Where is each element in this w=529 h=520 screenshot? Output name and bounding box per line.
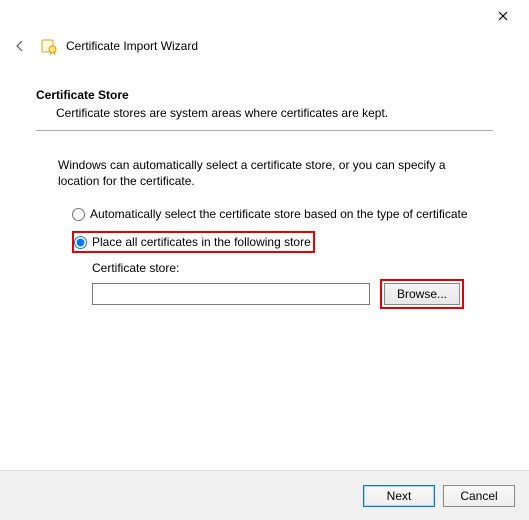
wizard-footer: Next Cancel <box>0 470 529 520</box>
store-radio-group: Automatically select the certificate sto… <box>72 205 493 253</box>
radio-auto-select[interactable]: Automatically select the certificate sto… <box>72 205 470 223</box>
content-area: Certificate Store Certificate stores are… <box>0 60 529 470</box>
section-subheading: Certificate stores are system areas wher… <box>56 106 493 120</box>
radio-place-all[interactable]: Place all certificates in the following … <box>72 231 315 253</box>
close-icon <box>498 11 508 21</box>
certificate-store-block: Certificate store: Browse... <box>92 261 493 309</box>
next-button[interactable]: Next <box>363 485 435 507</box>
radio-place-label: Place all certificates in the following … <box>92 235 311 249</box>
wizard-header: Certificate Import Wizard <box>0 32 529 60</box>
back-button[interactable] <box>8 34 32 58</box>
certificate-store-input[interactable] <box>92 283 370 305</box>
certificate-store-label: Certificate store: <box>92 261 493 275</box>
radio-place-input[interactable] <box>74 236 87 249</box>
close-button[interactable] <box>489 2 517 30</box>
back-arrow-icon <box>14 38 26 54</box>
titlebar <box>0 0 529 32</box>
section-heading: Certificate Store <box>36 88 493 102</box>
wizard-window: Certificate Import Wizard Certificate St… <box>0 0 529 520</box>
certificate-store-row: Browse... <box>92 279 493 309</box>
browse-highlight: Browse... <box>380 279 464 309</box>
divider <box>36 130 493 131</box>
radio-auto-input[interactable] <box>72 208 85 221</box>
intro-text: Windows can automatically select a certi… <box>58 157 471 189</box>
browse-button[interactable]: Browse... <box>384 283 460 305</box>
radio-auto-label: Automatically select the certificate sto… <box>90 207 468 221</box>
wizard-title: Certificate Import Wizard <box>66 39 198 53</box>
certificate-icon <box>40 37 58 55</box>
cancel-button[interactable]: Cancel <box>443 485 515 507</box>
